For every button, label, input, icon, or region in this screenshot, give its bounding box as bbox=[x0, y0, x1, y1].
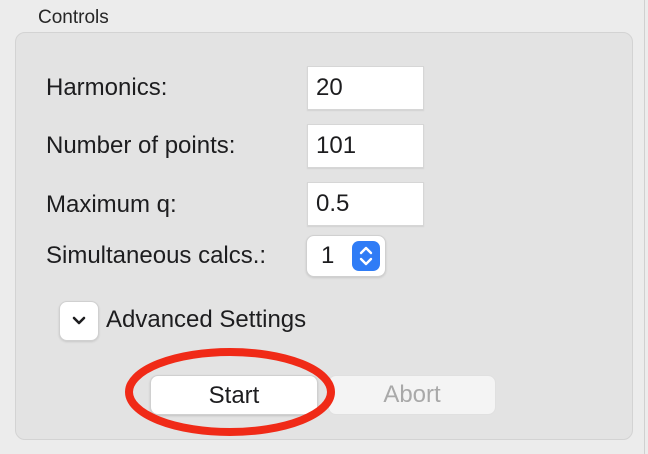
maximum-q-field[interactable]: 0.5 bbox=[307, 182, 424, 226]
chevron-down-icon bbox=[72, 316, 86, 325]
simultaneous-calcs-value: 1 bbox=[321, 242, 335, 269]
harmonics-label: Harmonics: bbox=[46, 74, 168, 101]
number-of-points-field[interactable]: 101 bbox=[307, 124, 424, 168]
advanced-settings-label[interactable]: Advanced Settings bbox=[106, 306, 306, 334]
number-of-points-label: Number of points: bbox=[46, 132, 236, 159]
maximum-q-label: Maximum q: bbox=[46, 191, 177, 218]
stepper-arrows-icon[interactable] bbox=[352, 241, 380, 271]
abort-button[interactable]: Abort bbox=[328, 375, 496, 415]
window-edge bbox=[644, 0, 645, 454]
start-button[interactable]: Start bbox=[150, 375, 318, 415]
advanced-settings-disclosure-button[interactable] bbox=[59, 301, 99, 341]
simultaneous-calcs-label: Simultaneous calcs.: bbox=[46, 242, 267, 269]
controls-group-title: Controls bbox=[38, 7, 109, 28]
simultaneous-calcs-stepper[interactable]: 1 bbox=[306, 235, 386, 277]
harmonics-field[interactable]: 20 bbox=[307, 66, 424, 110]
